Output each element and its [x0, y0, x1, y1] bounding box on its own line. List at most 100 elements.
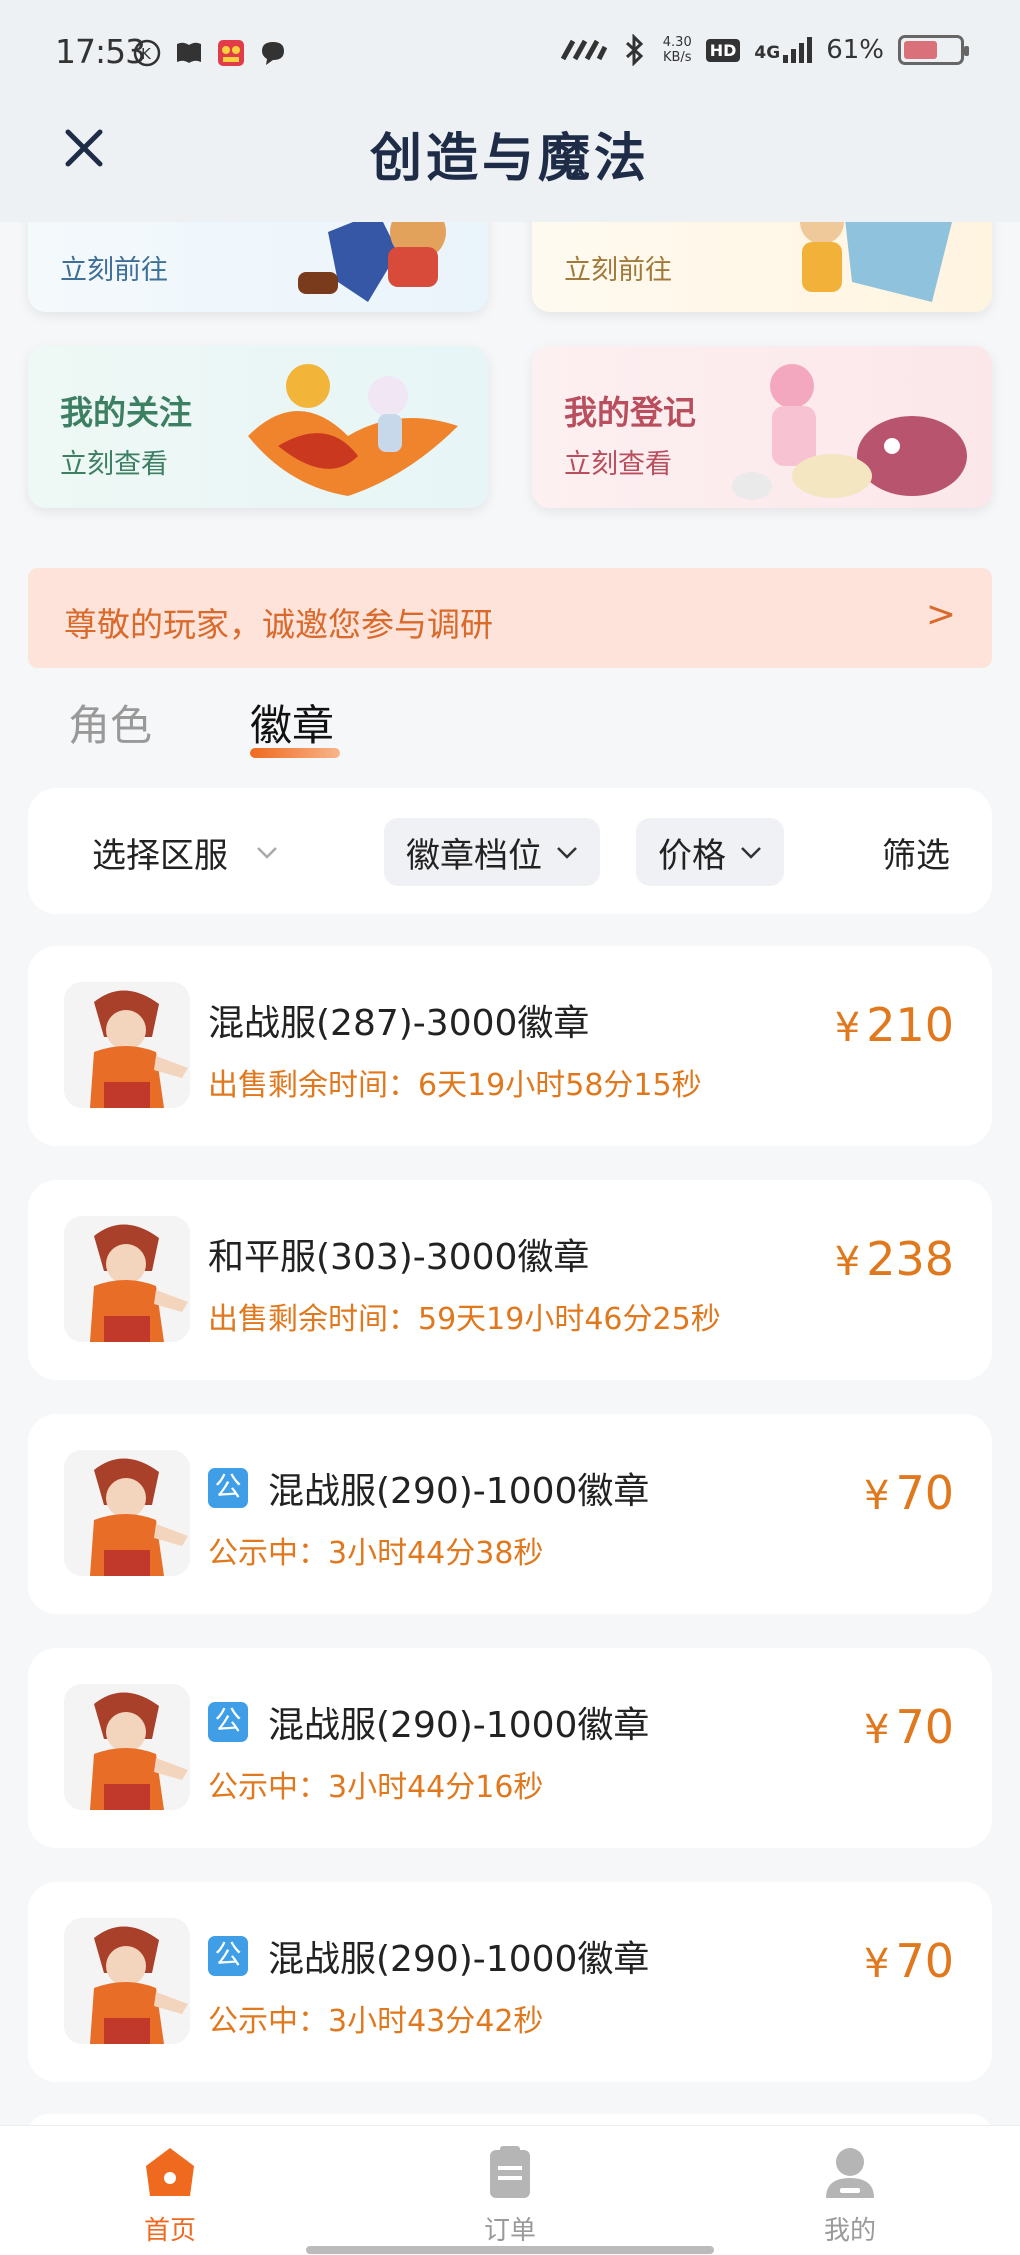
nav-profile[interactable]: 我的 — [790, 2144, 910, 2247]
hd-badge: HD — [705, 38, 741, 62]
listing-price: ¥238 — [835, 1232, 954, 1286]
character-portrait — [64, 1684, 190, 1810]
currency-symbol: ¥ — [834, 1005, 861, 1051]
filter-bar: 选择区服 徽章档位 价格 筛选 — [28, 788, 992, 914]
public-notice-badge: 公 — [208, 1702, 248, 1742]
app-header: 17:53 K 4.30 KB/s HD 4G 61% 创造与魔法 — [0, 0, 1020, 222]
battery-percent: 61% — [826, 35, 884, 65]
nav-home-label: 首页 — [143, 2216, 196, 2246]
chevron-right-icon: > — [925, 594, 956, 635]
listing-title: 混战服(290)-1000徽章 — [268, 1705, 650, 1746]
chevron-down-icon — [257, 847, 277, 859]
tier-filter-label: 徽章档位 — [406, 835, 542, 876]
bluetooth-icon — [625, 34, 643, 66]
character-avatar — [64, 1684, 190, 1810]
tab-badge[interactable]: 徽章 — [250, 692, 334, 753]
currency-symbol: ¥ — [864, 1473, 890, 1519]
character-portrait — [64, 982, 190, 1108]
battery-level — [904, 41, 937, 59]
chevron-down-icon — [557, 847, 577, 859]
shortcut-subtitle: 立刻前往 — [564, 255, 672, 286]
svg-text:K: K — [141, 45, 152, 63]
price-value: 70 — [895, 1466, 954, 1520]
server-filter-label: 选择区服 — [92, 835, 228, 876]
chevron-down-icon — [741, 847, 761, 859]
listing-card[interactable]: 公 混战服(290)-1000徽章 公示中：3小时44分16秒 ¥70 — [28, 1648, 992, 1848]
signal-bars-icon — [783, 37, 813, 63]
book-icon — [177, 42, 201, 63]
listing-status: 出售剩余时间：6天19小时58分15秒 — [208, 1068, 702, 1103]
currency-symbol: ¥ — [864, 1707, 890, 1753]
video-app-icon — [218, 40, 244, 66]
listing-price: ¥70 — [864, 1466, 954, 1520]
title-bar: 创造与魔法 — [0, 110, 1020, 222]
listing-status: 出售剩余时间：59天19小时46分25秒 — [208, 1302, 721, 1337]
home-indicator — [306, 2246, 714, 2254]
network-speed-value: 4.30 — [662, 35, 692, 50]
signal-4g: 4G — [754, 37, 813, 63]
tier-filter[interactable]: 徽章档位 — [384, 818, 600, 886]
signal-4g-label: 4G — [754, 43, 781, 63]
price-value: 70 — [895, 1934, 954, 1988]
nav-orders[interactable]: 订单 — [450, 2144, 570, 2247]
listing-price: ¥210 — [835, 998, 954, 1052]
listing-status: 公示中：3小时43分42秒 — [208, 2004, 544, 2039]
server-filter[interactable]: 选择区服 — [92, 818, 278, 886]
character-portrait — [64, 1450, 190, 1576]
shortcut-subtitle: 立刻前往 — [60, 255, 168, 286]
listing-title: 混战服(287)-3000徽章 — [208, 1003, 590, 1044]
shortcut-card-following[interactable]: 我的关注 立刻查看 — [28, 346, 488, 508]
listing-status: 公示中：3小时44分16秒 — [208, 1770, 544, 1805]
network-speed-unit: KB/s — [662, 50, 692, 65]
listing-title-row: 公 混战服(290)-1000徽章 — [208, 1696, 649, 1748]
chat-bubble-icon — [262, 42, 284, 65]
survey-banner[interactable]: 尊敬的玩家，诚邀您参与调研 > — [28, 568, 992, 668]
character-portrait — [64, 1216, 190, 1342]
listing-title: 混战服(290)-1000徽章 — [268, 1471, 650, 1512]
survey-text: 尊敬的玩家，诚邀您参与调研 — [64, 605, 493, 644]
pets-illustration — [732, 364, 967, 500]
more-filters-button[interactable]: 筛选 — [882, 818, 950, 886]
listing-price: ¥70 — [864, 1934, 954, 1988]
price-filter-label: 价格 — [658, 835, 726, 876]
nfc-icon — [560, 39, 607, 61]
phoenix-rider-illustration — [248, 364, 458, 496]
bottom-nav: 首页 订单 我的 — [0, 2125, 1020, 2255]
listing-title-row: 公 混战服(290)-1000徽章 — [208, 1930, 649, 1982]
listing-title-row: 混战服(287)-3000徽章 — [208, 994, 589, 1046]
listing-card[interactable]: 和平服(303)-3000徽章 出售剩余时间：59天19小时46分25秒 ¥23… — [28, 1180, 992, 1380]
currency-symbol: ¥ — [834, 1239, 861, 1285]
battery-icon — [898, 35, 969, 65]
nav-profile-label: 我的 — [823, 2216, 876, 2246]
listing-status: 公示中：3小时44分38秒 — [208, 1536, 544, 1571]
listing-card[interactable]: 公 混战服(290)-1000徽章 公示中：3小时43分42秒 ¥70 — [28, 1882, 992, 2082]
price-filter[interactable]: 价格 — [636, 818, 784, 886]
shortcut-title: 我的关注 — [60, 393, 192, 432]
listing-title: 混战服(290)-1000徽章 — [268, 1939, 650, 1980]
character-avatar — [64, 1918, 190, 2044]
listing-title-row: 和平服(303)-3000徽章 — [208, 1228, 589, 1280]
shortcut-subtitle: 立刻查看 — [60, 449, 168, 480]
price-value: 70 — [895, 1700, 954, 1754]
page-title: 创造与魔法 — [369, 129, 650, 189]
character-avatar — [64, 1216, 190, 1342]
shortcut-subtitle: 立刻查看 — [564, 449, 672, 480]
tab-role[interactable]: 角色 — [68, 692, 152, 753]
active-tab-indicator — [250, 748, 340, 758]
listing-card[interactable]: 公 混战服(290)-1000徽章 公示中：3小时44分38秒 ¥70 — [28, 1414, 992, 1614]
k-app-icon: K — [133, 39, 161, 67]
listing-card[interactable]: 混战服(287)-3000徽章 出售剩余时间：6天19小时58分15秒 ¥210 — [28, 946, 992, 1146]
character-avatar — [64, 1450, 190, 1576]
public-notice-badge: 公 — [208, 1936, 248, 1976]
nav-orders-label: 订单 — [483, 2216, 536, 2246]
listing-title: 和平服(303)-3000徽章 — [208, 1237, 590, 1278]
character-avatar — [64, 982, 190, 1108]
shortcut-title: 我的登记 — [564, 393, 696, 432]
nav-home[interactable]: 首页 — [110, 2144, 230, 2247]
clipboard-icon — [490, 2146, 530, 2198]
shortcut-card-registered[interactable]: 我的登记 立刻查看 — [532, 346, 992, 508]
public-notice-badge: 公 — [208, 1468, 248, 1508]
currency-symbol: ¥ — [864, 1941, 890, 1987]
listing-price: ¥70 — [864, 1700, 954, 1754]
status-bar: 17:53 K 4.30 KB/s HD 4G 61% — [0, 0, 1020, 110]
